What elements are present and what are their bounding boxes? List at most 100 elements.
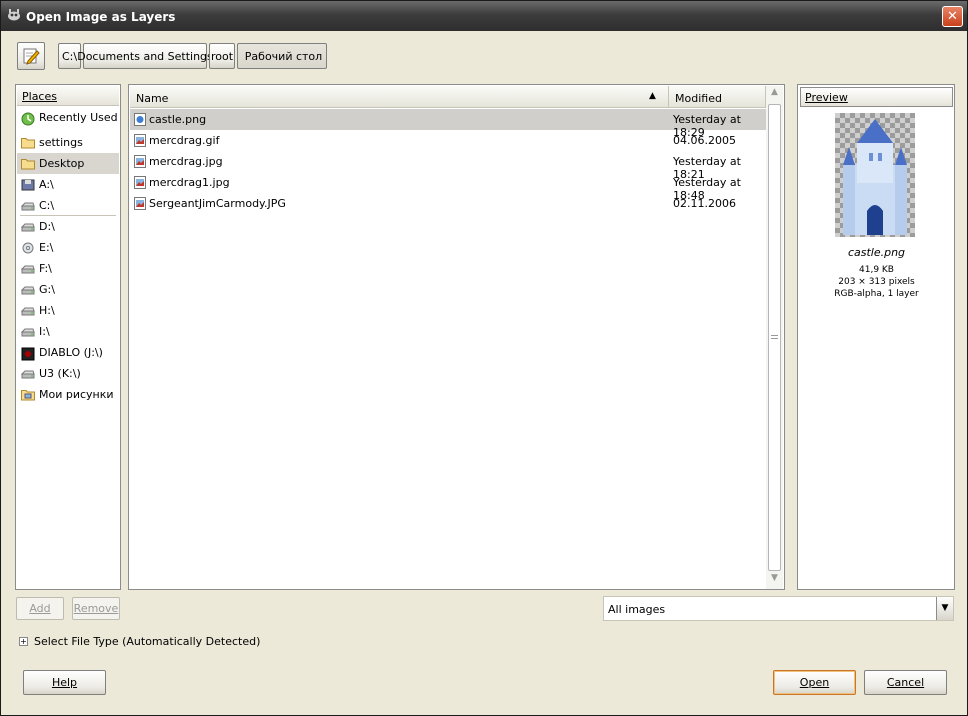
grip-icon bbox=[771, 335, 778, 339]
scroll-up-arrow[interactable]: ▲ bbox=[766, 87, 783, 103]
sidebar-item-d[interactable]: D:\ bbox=[17, 216, 119, 237]
file-row[interactable]: castle.png Yesterday at 18:29 bbox=[130, 109, 766, 139]
sidebar-item-label: E:\ bbox=[39, 241, 54, 254]
places-header[interactable]: Places bbox=[17, 86, 119, 106]
file-list-scrollbar[interactable]: ▲ ▼ bbox=[766, 86, 783, 589]
sidebar-item-i[interactable]: I:\ bbox=[17, 321, 119, 342]
pictures-folder-icon bbox=[21, 389, 35, 401]
sidebar-item-desktop[interactable]: Desktop bbox=[17, 153, 119, 174]
path-segment-label: Рабочий стол bbox=[244, 49, 323, 63]
sidebar-item-label: F:\ bbox=[39, 262, 52, 275]
sidebar-item-settings[interactable]: settings bbox=[17, 132, 119, 153]
drive-icon bbox=[20, 305, 35, 317]
close-button[interactable]: ✕ bbox=[942, 6, 963, 27]
drive-icon bbox=[20, 221, 35, 233]
game-disc-icon bbox=[21, 347, 35, 360]
png-file-icon bbox=[134, 113, 146, 126]
file-row[interactable]: mercdrag.jpg Yesterday at 18:21 bbox=[130, 151, 766, 181]
sidebar-item-recently-used[interactable]: Recently Used bbox=[17, 107, 119, 128]
sidebar-item-c[interactable]: C:\ bbox=[17, 195, 119, 216]
scrollbar-thumb[interactable] bbox=[768, 104, 781, 571]
path-segment-documents-and-settings[interactable]: Documents and Settings bbox=[77, 43, 213, 69]
sidebar-item-label: H:\ bbox=[39, 304, 55, 317]
file-name: SergeantJimCarmody.JPG bbox=[149, 197, 286, 210]
sidebar-item-label: A:\ bbox=[39, 178, 54, 191]
file-list-panel: Name ▲ Modified castle.png Yesterday at 1… bbox=[128, 84, 785, 590]
select-file-type-label: Select File Type (Automatically Detected… bbox=[34, 635, 261, 648]
drive-icon bbox=[20, 284, 35, 296]
path-segment-root[interactable]: root bbox=[209, 43, 235, 69]
file-name: castle.png bbox=[149, 113, 207, 126]
close-icon: ✕ bbox=[947, 9, 958, 24]
image-file-icon bbox=[134, 197, 146, 210]
sidebar-item-f[interactable]: F:\ bbox=[17, 258, 119, 279]
preview-dimensions: 203 × 313 pixels bbox=[838, 277, 915, 287]
sidebar-item-label: C:\ bbox=[39, 199, 55, 212]
drive-icon bbox=[20, 326, 35, 338]
places-separator bbox=[20, 215, 116, 216]
open-image-dialog: Open Image as Layers ✕ C:\ Documents and… bbox=[0, 0, 968, 716]
sidebar-item-e[interactable]: E:\ bbox=[17, 237, 119, 258]
sidebar-item-label: G:\ bbox=[39, 283, 55, 296]
remove-bookmark-button[interactable]: Remove bbox=[72, 597, 120, 620]
scroll-down-arrow[interactable]: ▼ bbox=[766, 573, 783, 589]
preview-filename: castle.png bbox=[847, 246, 906, 259]
select-file-type-expander[interactable]: + Select File Type (Automatically Detect… bbox=[19, 635, 260, 648]
places-header-label: Places bbox=[22, 90, 57, 103]
image-file-icon bbox=[134, 134, 146, 147]
sidebar-item-label: D:\ bbox=[39, 220, 55, 233]
preview-header[interactable]: Preview bbox=[800, 87, 953, 107]
type-location-button[interactable] bbox=[17, 42, 45, 70]
cancel-label: Cancel bbox=[886, 676, 925, 689]
chevron-down-icon[interactable]: ▼ bbox=[936, 597, 953, 620]
folder-icon bbox=[21, 158, 35, 170]
file-row[interactable]: mercdrag.gif 04.06.2005 bbox=[130, 130, 766, 151]
file-row[interactable]: mercdrag1.jpg Yesterday at 18:48 bbox=[130, 172, 766, 202]
window-title: Open Image as Layers bbox=[26, 10, 176, 24]
title-bar[interactable]: Open Image as Layers ✕ bbox=[1, 1, 967, 31]
cancel-button[interactable]: Cancel bbox=[864, 670, 947, 695]
recent-icon bbox=[21, 112, 35, 125]
file-modified: 04.06.2005 bbox=[673, 134, 736, 147]
column-header-modified[interactable]: Modified bbox=[669, 86, 766, 108]
sidebar-item-a[interactable]: A:\ bbox=[17, 174, 119, 195]
file-row[interactable]: SergeantJimCarmody.JPG 02.11.2006 bbox=[130, 193, 766, 214]
help-label: Help bbox=[51, 676, 78, 689]
path-segment-label: root bbox=[210, 49, 234, 63]
column-name-label: Name bbox=[136, 92, 169, 105]
file-modified: 02.11.2006 bbox=[673, 197, 736, 210]
pencil-icon bbox=[23, 48, 40, 65]
add-bookmark-button[interactable]: Add bbox=[16, 597, 64, 620]
folder-icon bbox=[21, 137, 35, 149]
column-modified-label: Modified bbox=[675, 92, 722, 105]
places-panel: Places Recently Used settings Desktop A:\ C:… bbox=[15, 84, 121, 590]
expand-icon: + bbox=[19, 637, 28, 646]
open-label: Open bbox=[799, 676, 830, 689]
preview-size: 41,9 KB bbox=[859, 265, 894, 275]
sidebar-item-u3-k[interactable]: U3 (K:\) bbox=[17, 363, 119, 384]
sidebar-item-label: Desktop bbox=[39, 157, 85, 170]
gimp-icon bbox=[8, 9, 20, 21]
file-name: mercdrag.jpg bbox=[149, 155, 223, 168]
help-button[interactable]: Help bbox=[23, 670, 106, 695]
file-filter-combo[interactable]: All images ▼ bbox=[603, 596, 954, 621]
sidebar-item-label: settings bbox=[39, 136, 83, 149]
image-file-icon bbox=[134, 155, 146, 168]
open-button[interactable]: Open bbox=[773, 670, 856, 695]
sidebar-item-h[interactable]: H:\ bbox=[17, 300, 119, 321]
path-segment-desktop[interactable]: Рабочий стол bbox=[237, 43, 327, 69]
floppy-icon bbox=[21, 179, 35, 191]
column-header-name[interactable]: Name ▲ bbox=[130, 86, 669, 108]
sidebar-item-label: Мои рисунки bbox=[39, 388, 114, 401]
sidebar-item-label: Recently Used bbox=[39, 111, 118, 124]
preview-mode: RGB-alpha, 1 layer bbox=[834, 289, 919, 299]
sidebar-item-g[interactable]: G:\ bbox=[17, 279, 119, 300]
sidebar-item-diablo-j[interactable]: DIABLO (J:\) bbox=[17, 342, 119, 363]
image-file-icon bbox=[134, 176, 146, 189]
drive-icon bbox=[20, 263, 35, 275]
drive-icon bbox=[20, 368, 35, 380]
sidebar-item-мои-рисунки[interactable]: Мои рисунки bbox=[17, 384, 119, 405]
preview-header-label: Preview bbox=[805, 91, 848, 104]
sort-ascending-icon: ▲ bbox=[649, 91, 656, 101]
path-segment-label: Documents and Settings bbox=[77, 49, 213, 63]
